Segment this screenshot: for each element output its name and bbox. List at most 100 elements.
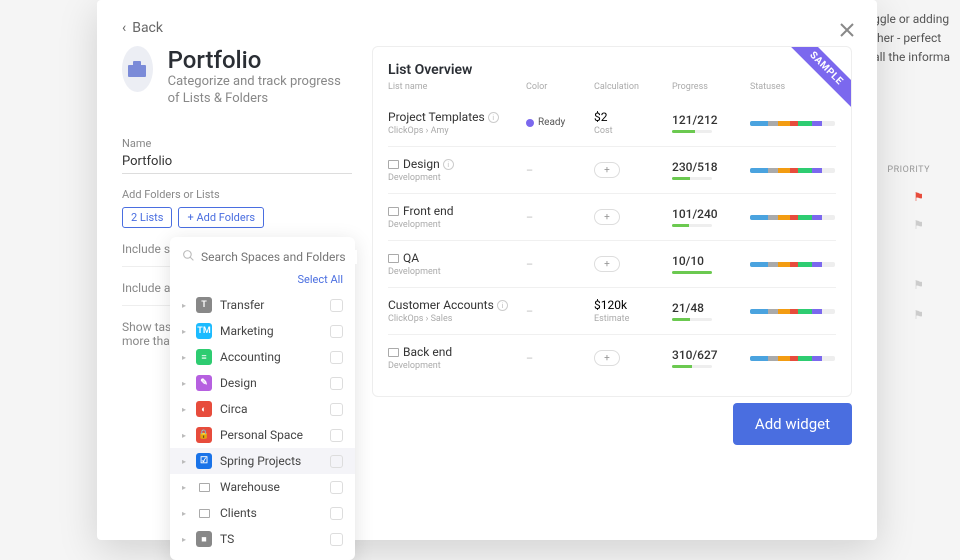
space-label: Design xyxy=(220,376,322,390)
space-label: Spring Projects xyxy=(220,454,322,468)
priority-flag-icon: ⚑ xyxy=(913,190,924,204)
progress-bar xyxy=(672,271,712,274)
col-header: Calculation xyxy=(594,82,664,92)
select-all-link[interactable]: Select All xyxy=(170,273,355,292)
space-item[interactable]: ▸ ■ TS xyxy=(170,526,355,552)
progress-value: 121/212 xyxy=(672,113,742,127)
progress-bar xyxy=(672,224,712,227)
space-item[interactable]: ▸≡Accounting xyxy=(170,344,355,370)
chevron-right-icon: ▸ xyxy=(182,483,188,492)
space-label: Personal Space xyxy=(220,428,322,442)
space-item[interactable]: ▸◐Circa xyxy=(170,396,355,422)
calc-sub: Estimate xyxy=(594,314,664,324)
space-label: Marketing xyxy=(220,324,322,338)
chevron-right-icon: ▸ xyxy=(182,405,188,414)
add-calc-button[interactable]: + xyxy=(594,256,620,272)
list-name: Back end xyxy=(388,345,518,359)
progress-value: 10/10 xyxy=(672,254,742,268)
search-input[interactable] xyxy=(201,250,357,264)
page-subtitle: Categorize and track progress of Lists &… xyxy=(168,74,352,108)
table-row: QADevelopment–+10/10 xyxy=(388,240,836,287)
chevron-right-icon: ▸ xyxy=(182,301,188,310)
list-name: Project Templatesi xyxy=(388,110,518,124)
info-icon[interactable]: i xyxy=(497,300,508,311)
color-dot-icon xyxy=(526,119,534,127)
folder-icon xyxy=(388,207,399,216)
chevron-right-icon: ▸ xyxy=(182,535,188,544)
table-row: Front endDevelopment–+101/240 xyxy=(388,193,836,240)
calc-value: $2 xyxy=(594,110,664,124)
table-row: Customer AccountsiClickOps › Sales–$120k… xyxy=(388,287,836,334)
checkbox[interactable] xyxy=(330,403,343,416)
checkbox[interactable] xyxy=(330,429,343,442)
priority-header: PRIORITY xyxy=(887,165,930,175)
space-icon: ■ xyxy=(196,531,212,547)
bg-text: ggle or adding xyxy=(873,10,950,29)
lists-chip[interactable]: 2 Lists xyxy=(122,207,172,228)
status-bar xyxy=(750,356,835,361)
back-button[interactable]: ‹ Back xyxy=(122,20,852,36)
col-header: Progress xyxy=(672,82,742,92)
list-sub: ClickOps › Sales xyxy=(388,314,518,324)
bg-text: all the informa xyxy=(873,48,950,67)
table-row: DesigniDevelopment–+230/518 xyxy=(388,146,836,193)
folder-icon xyxy=(388,254,399,263)
space-item[interactable]: ▸ ✎ Design xyxy=(170,370,355,396)
list-name: QA xyxy=(388,251,518,265)
priority-flag-icon: ⚑ xyxy=(913,218,924,232)
space-item[interactable]: ▸🔒Personal Space xyxy=(170,422,355,448)
list-sub: Development xyxy=(388,267,518,277)
list-name: Front end xyxy=(388,204,518,218)
space-icon: ✎ xyxy=(196,375,212,391)
add-calc-button[interactable]: + xyxy=(594,350,620,366)
folder-picker-dropdown: Select All ▸TTransfer▸TMMarketing▸≡Accou… xyxy=(170,237,355,560)
status-bar xyxy=(750,262,835,267)
progress-value: 21/48 xyxy=(672,301,742,315)
space-icon: ◐ xyxy=(196,401,212,417)
add-calc-button[interactable]: + xyxy=(594,162,620,178)
status-bar xyxy=(750,168,835,173)
color-pill[interactable]: Ready xyxy=(526,117,565,128)
space-item[interactable]: ▸☑Spring Projects xyxy=(170,448,355,474)
add-widget-button[interactable]: Add widget xyxy=(733,403,852,445)
list-sub: Development xyxy=(388,220,518,230)
status-bar xyxy=(750,215,835,220)
space-label: Warehouse xyxy=(220,480,322,494)
status-bar xyxy=(750,309,835,314)
checkbox[interactable] xyxy=(330,351,343,364)
space-label: TS xyxy=(220,532,322,546)
space-icon: 🔒 xyxy=(196,427,212,443)
list-sub: ClickOps › Amy xyxy=(388,126,518,136)
info-icon[interactable]: i xyxy=(488,112,499,123)
search-icon xyxy=(182,249,195,265)
col-header: Statuses xyxy=(750,82,840,92)
folder-icon xyxy=(388,348,399,357)
progress-bar xyxy=(672,130,712,133)
info-icon[interactable]: i xyxy=(443,159,454,170)
space-item[interactable]: ▸TMMarketing xyxy=(170,318,355,344)
space-item[interactable]: ▸Clients xyxy=(170,500,355,526)
checkbox[interactable] xyxy=(330,325,343,338)
checkbox[interactable] xyxy=(330,481,343,494)
space-item[interactable]: ▸ Warehouse xyxy=(170,474,355,500)
add-folders-chip[interactable]: + Add Folders xyxy=(178,207,264,228)
name-input[interactable] xyxy=(122,150,352,174)
list-name: Customer Accountsi xyxy=(388,298,518,312)
col-header: Color xyxy=(526,82,586,92)
space-item[interactable]: ▸TTransfer xyxy=(170,292,355,318)
checkbox[interactable] xyxy=(330,507,343,520)
chevron-right-icon: ▸ xyxy=(182,379,188,388)
checkbox[interactable] xyxy=(330,455,343,468)
close-button[interactable] xyxy=(835,18,859,42)
checkbox[interactable] xyxy=(330,533,343,546)
table-row: Back endDevelopment–+310/627 xyxy=(388,334,836,381)
add-calc-button[interactable]: + xyxy=(594,209,620,225)
calc-value: $120k xyxy=(594,298,664,312)
space-icon: ☑ xyxy=(196,453,212,469)
table-row: Project TemplatesiClickOps › AmyReady$2C… xyxy=(388,100,836,146)
progress-value: 310/627 xyxy=(672,348,742,362)
checkbox[interactable] xyxy=(330,377,343,390)
progress-value: 230/518 xyxy=(672,160,742,174)
progress-value: 101/240 xyxy=(672,207,742,221)
checkbox[interactable] xyxy=(330,299,343,312)
